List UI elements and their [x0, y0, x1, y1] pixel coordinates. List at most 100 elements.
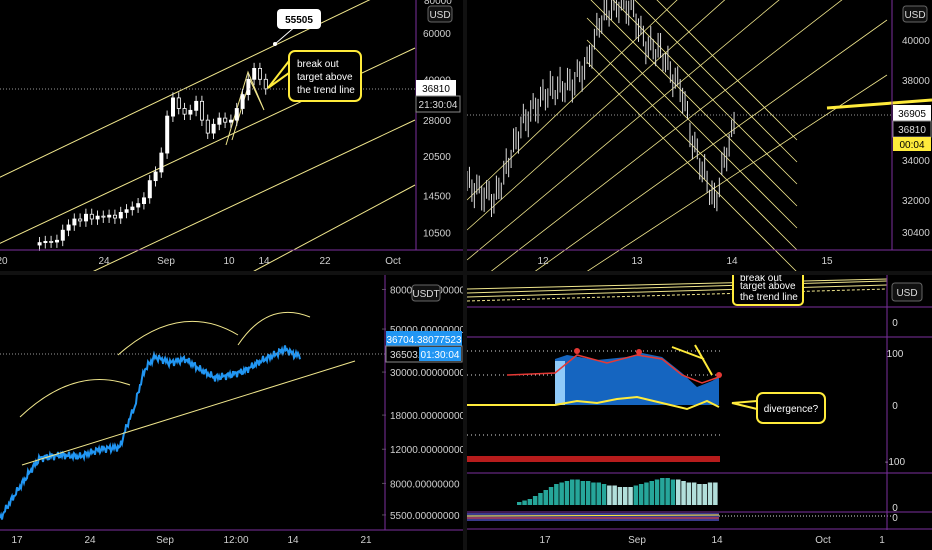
currency-label: USD — [429, 10, 450, 21]
candle — [84, 213, 89, 222]
arc-1 — [19, 379, 131, 418]
currency-label: USD — [896, 288, 917, 299]
breakout-callout-line-2: target above — [297, 72, 353, 83]
histogram-bar — [697, 484, 702, 505]
histogram-bar — [623, 487, 628, 505]
histogram-bar — [575, 479, 580, 505]
candle — [223, 117, 228, 123]
currency-label: USDT — [412, 289, 439, 300]
candle — [240, 94, 245, 109]
chart-pane-4[interactable]: break out target above the trend line US… — [467, 275, 932, 550]
candle — [101, 215, 106, 218]
signal-dot — [716, 372, 722, 378]
candle — [147, 180, 152, 199]
histogram-bar — [681, 481, 686, 505]
histogram-bar — [654, 479, 660, 505]
histogram-bar — [559, 482, 564, 505]
chart-pane-1[interactable]: 10500145002050028000400006000080000 2024… — [0, 0, 463, 271]
candle — [89, 213, 94, 220]
indicator-chart[interactable]: break out target above the trend line US… — [467, 275, 932, 550]
candle — [170, 97, 175, 117]
candle — [188, 109, 193, 115]
candle — [228, 119, 233, 123]
histogram-bar — [601, 484, 607, 505]
y-tick-label: 14500 — [423, 191, 451, 202]
histogram-bar — [517, 502, 522, 505]
histogram-bar — [522, 500, 527, 505]
histogram-bar — [638, 484, 644, 505]
histogram-bar — [548, 487, 554, 505]
fan-line-up — [534, 19, 888, 271]
oscillator-highlight — [555, 361, 565, 405]
histogram-bar — [660, 478, 665, 505]
x-tick-label: 12 — [537, 256, 549, 267]
x-tick-label: Sep — [157, 256, 175, 267]
histogram-bar — [628, 487, 633, 505]
histogram-bar — [538, 493, 543, 505]
axis-tick: 0 — [892, 401, 898, 412]
level-neg-100-band — [467, 456, 720, 462]
candle — [37, 242, 42, 246]
candle — [118, 212, 123, 219]
candle — [252, 68, 257, 80]
price-line — [0, 345, 301, 520]
x-tick-label: 14 — [258, 256, 270, 267]
mini-callout-line-2: target above — [740, 281, 796, 292]
fan-line-down — [590, 0, 798, 207]
bottom-band — [467, 513, 719, 521]
candle — [234, 108, 239, 121]
histogram-bar — [607, 485, 612, 505]
x-tick-label: 21 — [360, 535, 372, 546]
support-trend-line — [21, 360, 356, 466]
bar-chart[interactable]: 304003200034000360003800040000 12131415 … — [467, 0, 932, 271]
candle — [194, 100, 199, 111]
countdown-text: 21:30:04 — [419, 100, 458, 111]
trend-channel-line — [92, 119, 416, 271]
breakout-callout-line-1: break out — [297, 59, 339, 70]
candle — [78, 218, 83, 222]
countdown-text: 01:30:04 — [421, 350, 460, 361]
candlestick-chart[interactable]: 10500145002050028000400006000080000 2024… — [0, 0, 463, 271]
line-chart[interactable]: 5500.00000000 8000.00000000 12000.00000000… — [0, 275, 463, 550]
x-tick-label: Oct — [815, 535, 831, 546]
chart-pane-2[interactable]: 304003200034000360003800040000 12131415 … — [467, 0, 932, 271]
y-tick-label: 8000.00000000 — [390, 479, 460, 490]
currency-label: USD — [904, 10, 925, 21]
price-tag-2-text: 36503. — [390, 350, 421, 361]
histogram-bar — [591, 482, 596, 505]
histogram-bar — [686, 482, 692, 505]
histogram-bar — [527, 499, 533, 505]
y-tick-label: 12000.00000000 — [390, 445, 463, 456]
candle — [113, 214, 118, 219]
fan-line-down — [586, 17, 798, 229]
divergence-callout-pointer — [731, 399, 758, 411]
histogram-bar — [633, 485, 639, 505]
histogram-bar — [612, 485, 617, 505]
x-tick-label: 24 — [84, 535, 96, 546]
signal-dot — [636, 349, 642, 355]
candle — [49, 241, 54, 243]
x-tick-label: 14 — [726, 256, 738, 267]
candle — [66, 224, 71, 231]
x-tick-label: 24 — [98, 256, 110, 267]
y-tick-label: 38000 — [902, 76, 930, 87]
candle — [211, 123, 216, 134]
fan-line-up — [490, 0, 843, 271]
target-point — [273, 42, 277, 46]
candle — [95, 215, 100, 220]
x-tick-label: 15 — [821, 256, 833, 267]
countdown-text: 00:04 — [899, 140, 924, 151]
candle — [72, 218, 77, 226]
candle — [60, 229, 65, 241]
candle — [217, 117, 222, 125]
candle — [205, 119, 210, 134]
chart-pane-3[interactable]: 5500.00000000 8000.00000000 12000.00000000… — [0, 275, 463, 550]
candle — [182, 108, 187, 115]
candle — [246, 78, 251, 95]
axis-tick: 0 — [892, 318, 898, 329]
histogram-bar — [644, 482, 649, 505]
divergence-callout-text: divergence? — [764, 404, 819, 415]
histogram-bar — [570, 479, 575, 505]
axis-tick: -100 — [885, 457, 905, 468]
y-tick-label: 10500 — [423, 228, 451, 239]
